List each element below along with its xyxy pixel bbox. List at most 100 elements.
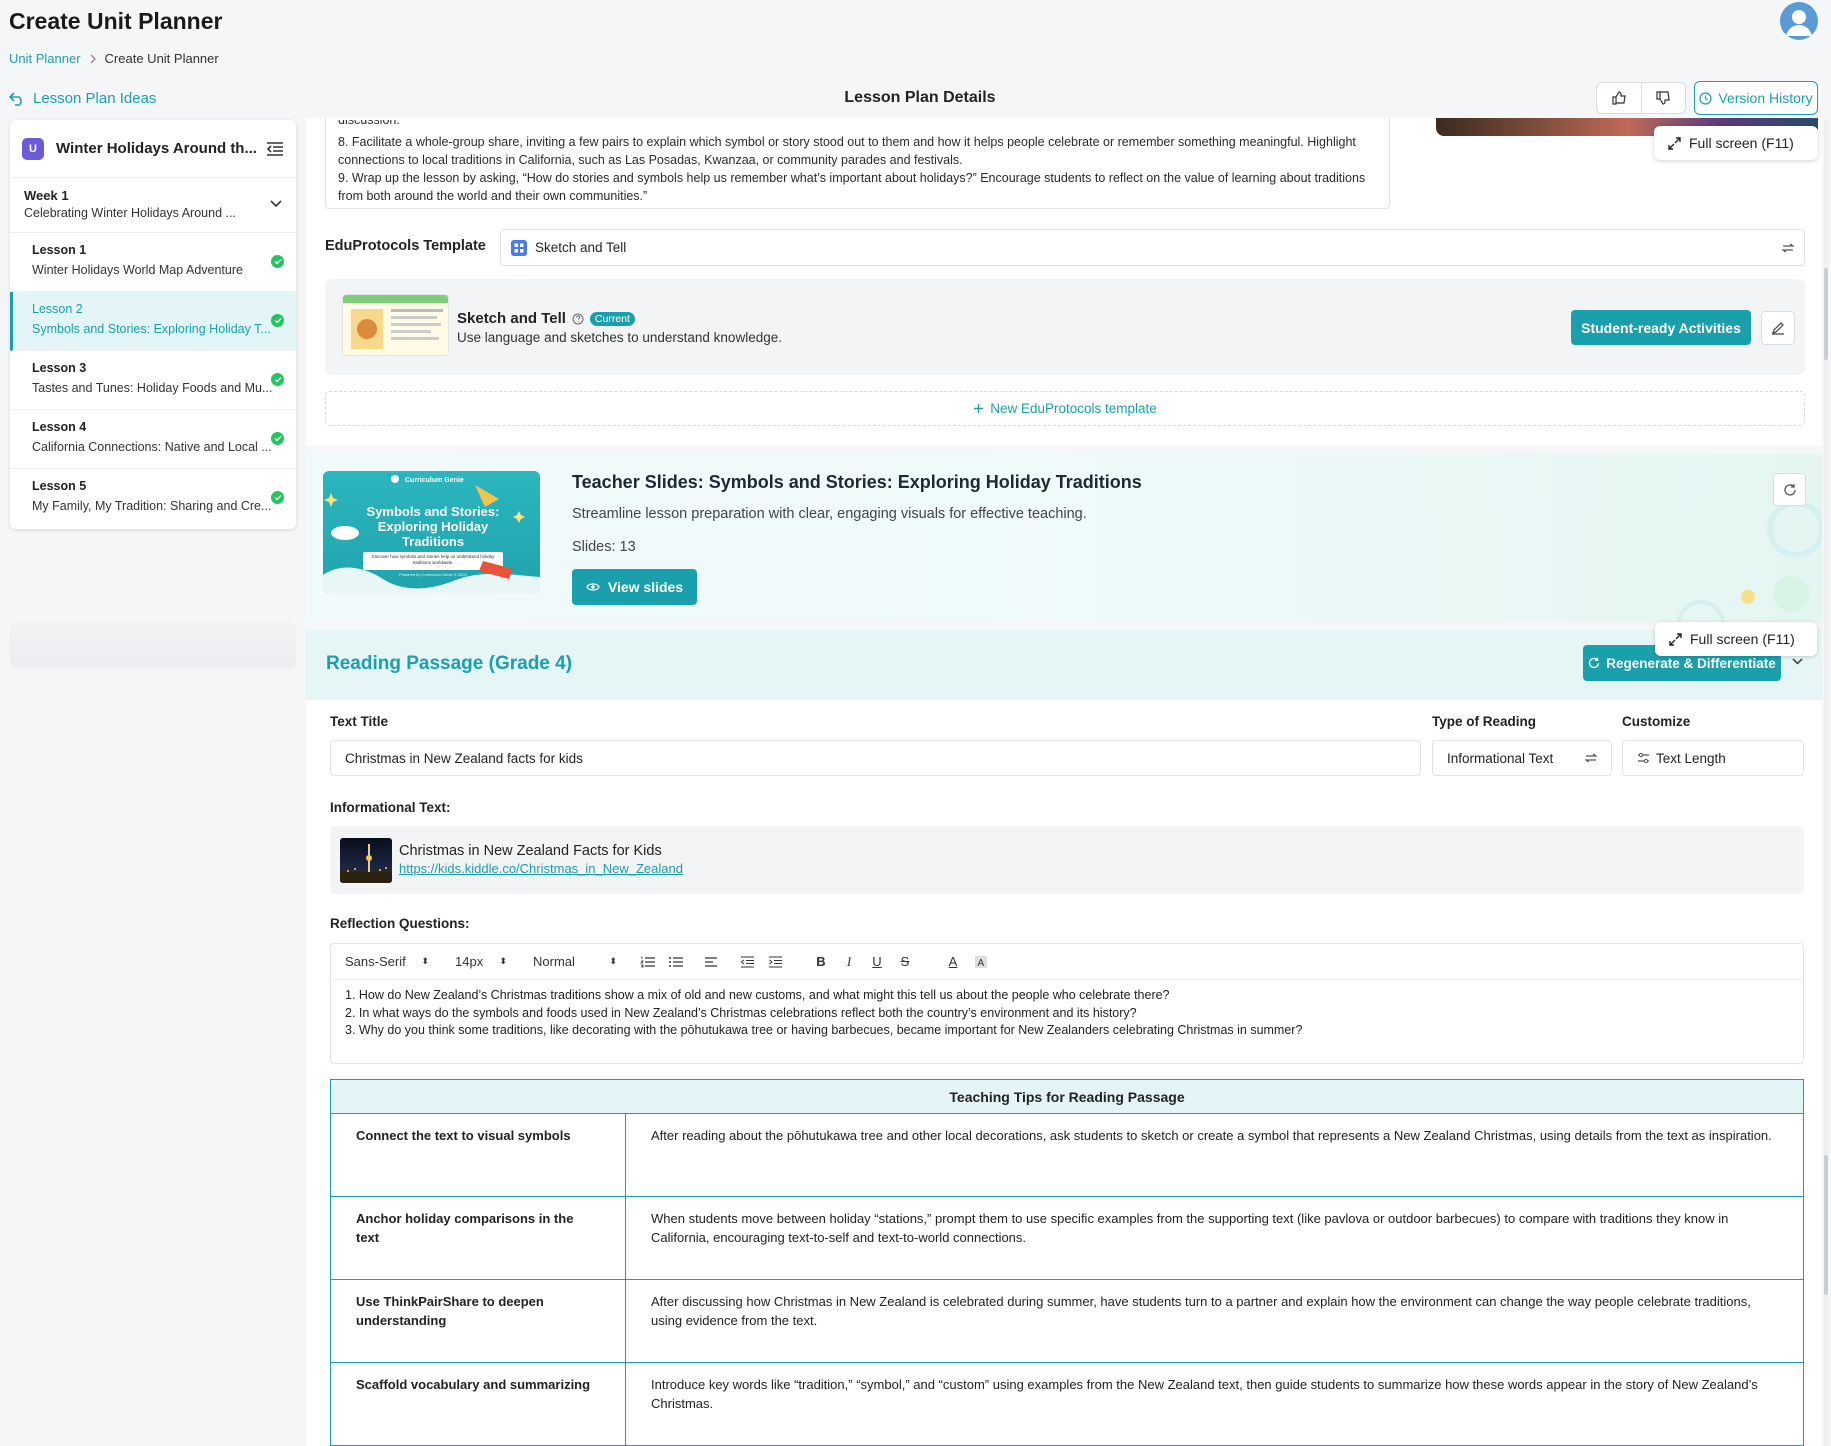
text-title-label: Text Title — [330, 714, 389, 729]
lesson-plan-ideas-link[interactable]: Lesson Plan Ideas — [9, 90, 156, 107]
pencil-icon — [1771, 321, 1785, 335]
bullet-list-icon[interactable] — [667, 954, 683, 970]
help-circle-icon[interactable] — [572, 313, 584, 325]
text-color-icon[interactable]: A — [945, 954, 961, 970]
chevron-down-icon[interactable] — [1792, 658, 1803, 665]
bold-icon[interactable]: B — [813, 954, 829, 970]
type-of-reading-value: Informational Text — [1447, 750, 1554, 766]
reading-passage-title: Reading Passage (Grade 4) — [326, 653, 573, 674]
updown-icon: ⬍ — [421, 956, 429, 966]
check-circle-icon — [271, 314, 284, 327]
unit-sidebar: U Winter Holidays Around th... Week 1 Ce… — [10, 120, 296, 529]
editor-toolbar: Sans-Serif ⬍ 14px ⬍ Normal ⬍ B I U S A A — [331, 944, 1803, 980]
scrollbar-thumb[interactable] — [1824, 268, 1828, 360]
collapse-sidebar-icon[interactable] — [266, 141, 284, 157]
strikethrough-icon[interactable]: S — [897, 954, 913, 970]
fullscreen-label: Full screen (F11) — [1690, 631, 1795, 647]
slides-thumb-brand: Curriculum Genie — [405, 477, 464, 484]
slides-thumb-subtitle: Discover how symbols and stories help us… — [363, 552, 503, 570]
underline-icon[interactable]: U — [869, 954, 885, 970]
source-title: Christmas in New Zealand Facts for Kids — [399, 843, 662, 859]
italic-icon[interactable]: I — [841, 954, 857, 970]
text-title-value: Christmas in New Zealand facts for kids — [345, 750, 583, 766]
question-1: 1. How do New Zealand’s Christmas tradit… — [345, 988, 1170, 1002]
new-eduprotocols-template-button[interactable]: New EduProtocols template — [325, 391, 1805, 426]
procedure-step-9: 9. Wrap up the lesson by asking, “How do… — [338, 171, 1366, 203]
eye-icon — [586, 582, 600, 592]
question-3: 3. Why do you think some traditions, lik… — [345, 1023, 1303, 1037]
font-family-select[interactable]: Sans-Serif ⬍ — [345, 954, 429, 969]
lesson-title: California Connections: Native and Local… — [32, 440, 272, 454]
slides-title: Teacher Slides: Symbols and Stories: Exp… — [572, 472, 1142, 492]
thumbs-up-icon[interactable] — [1597, 83, 1642, 113]
table-row: Connect the text to visual symbols After… — [330, 1113, 1804, 1197]
template-thumbnail — [342, 294, 449, 356]
current-badge: Current — [589, 311, 635, 326]
week-label: Week 1 — [24, 188, 69, 203]
scrollbar-thumb[interactable] — [1824, 1155, 1828, 1295]
tip-key: Use ThinkPairShare to deepen understandi… — [330, 1279, 626, 1363]
lesson-procedure-text[interactable]: discussion. 8. Facilitate a whole-group … — [325, 118, 1390, 209]
text-length-button[interactable]: Text Length — [1622, 740, 1804, 776]
fullscreen-button[interactable]: Full screen (F11) — [1655, 622, 1817, 656]
refresh-slides-button[interactable] — [1773, 473, 1806, 506]
eduprotocols-select[interactable]: Sketch and Tell — [500, 229, 1805, 266]
ordered-list-icon[interactable] — [639, 954, 655, 970]
outdent-icon[interactable] — [739, 954, 755, 970]
template-grid-icon — [511, 239, 527, 256]
tip-value: Introduce key words like “tradition,” “s… — [625, 1362, 1804, 1446]
highlight-color-icon[interactable]: A — [973, 954, 989, 970]
table-row: Use ThinkPairShare to deepen understandi… — [330, 1279, 1804, 1363]
text-length-label: Text Length — [1656, 750, 1726, 766]
lesson-title: Winter Holidays World Map Adventure — [32, 263, 243, 277]
question-2: 2. In what ways do the symbols and foods… — [345, 1005, 1137, 1020]
sidebar-lesson-1[interactable]: Lesson 1 Winter Holidays World Map Adven… — [10, 233, 296, 292]
breadcrumb-current: Create Unit Planner — [104, 51, 219, 66]
lesson-label: Lesson 4 — [32, 420, 87, 434]
updown-icon: ⬍ — [609, 956, 617, 966]
slides-count: Slides: 13 — [572, 539, 636, 555]
back-arrow-icon — [9, 91, 25, 106]
font-family-value: Sans-Serif — [345, 954, 406, 969]
source-url-link[interactable]: https://kids.kiddle.co/Christmas_in_New_… — [399, 861, 683, 876]
template-description: Use language and sketches to understand … — [457, 330, 782, 345]
history-icon — [1699, 91, 1713, 105]
type-of-reading-select[interactable]: Informational Text — [1432, 740, 1612, 776]
informational-text-label: Informational Text: — [330, 800, 451, 815]
week-1-accordion[interactable]: Week 1 Celebrating Winter Holidays Aroun… — [10, 178, 296, 233]
procedure-cut-line: discussion. — [338, 120, 400, 127]
type-of-reading-label: Type of Reading — [1432, 714, 1537, 729]
reflection-questions-editor[interactable]: Sans-Serif ⬍ 14px ⬍ Normal ⬍ B I U S A A 1.… — [330, 943, 1804, 1064]
feedback-buttons — [1596, 82, 1686, 114]
text-title-input[interactable]: Christmas in New Zealand facts for kids — [330, 740, 1421, 776]
version-history-button[interactable]: Version History — [1694, 81, 1818, 115]
teaching-tips-header: Teaching Tips for Reading Passage — [330, 1079, 1804, 1114]
edit-template-button[interactable] — [1761, 311, 1795, 345]
slides-thumbnail[interactable]: Curriculum Genie Symbols and Stories: Ex… — [323, 471, 540, 593]
text-style-value: Normal — [533, 954, 575, 969]
sidebar-lesson-5[interactable]: Lesson 5 My Family, My Tradition: Sharin… — [10, 469, 296, 528]
user-avatar-icon[interactable] — [1780, 2, 1818, 40]
chevron-down-icon — [270, 200, 282, 208]
font-size-select[interactable]: 14px ⬍ — [455, 954, 507, 969]
tip-key: Scaffold vocabulary and summarizing — [330, 1362, 626, 1446]
view-slides-button[interactable]: View slides — [572, 569, 697, 605]
lesson-title: Symbols and Stories: Exploring Holiday T… — [32, 322, 271, 336]
slides-thumb-footer: Powered by Curriculum Genie © 2025 — [399, 572, 467, 577]
indent-icon[interactable] — [767, 954, 783, 970]
text-style-select[interactable]: Normal ⬍ — [533, 954, 617, 969]
breadcrumb-unit-planner[interactable]: Unit Planner — [9, 51, 81, 66]
refresh-icon — [1588, 657, 1600, 669]
align-left-icon[interactable] — [703, 954, 719, 970]
eduprotocols-selected: Sketch and Tell — [535, 240, 627, 255]
template-title: Sketch and Tell — [457, 310, 566, 327]
fullscreen-button[interactable]: Full screen (F11) — [1654, 126, 1818, 160]
check-circle-icon — [271, 255, 284, 268]
thumbs-down-icon[interactable] — [1642, 83, 1686, 113]
sidebar-lesson-2[interactable]: Lesson 2 Symbols and Stories: Exploring … — [10, 292, 296, 351]
sidebar-lesson-4[interactable]: Lesson 4 California Connections: Native … — [10, 410, 296, 469]
new-template-label: New EduProtocols template — [990, 401, 1157, 416]
student-ready-activities-button[interactable]: Student-ready Activities — [1571, 310, 1751, 345]
sidebar-lesson-3[interactable]: Lesson 3 Tastes and Tunes: Holiday Foods… — [10, 351, 296, 410]
reflection-questions-content[interactable]: 1. How do New Zealand’s Christmas tradit… — [331, 980, 1803, 1047]
